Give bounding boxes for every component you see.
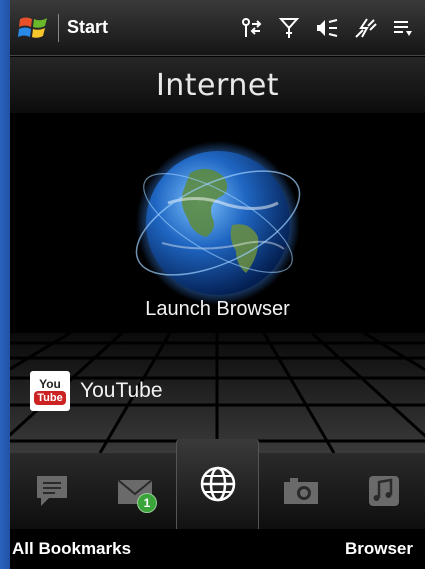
title-band: Internet bbox=[10, 57, 425, 113]
launch-browser-label[interactable]: Launch Browser bbox=[10, 298, 425, 321]
phone-screen: Start Internet Launch Browser You Tube Y… bbox=[10, 0, 425, 569]
tab-camera[interactable] bbox=[259, 453, 342, 529]
youtube-icon-bottom: Tube bbox=[34, 390, 66, 405]
tab-internet[interactable] bbox=[176, 439, 259, 529]
youtube-icon: You Tube bbox=[30, 371, 70, 411]
page-title: Internet bbox=[155, 67, 280, 103]
status-icons bbox=[239, 16, 415, 40]
music-icon bbox=[368, 476, 399, 506]
softkey-bar: All Bookmarks Browser bbox=[10, 529, 425, 569]
globe-icon bbox=[200, 466, 235, 502]
content-area: Launch Browser You Tube YouTube bbox=[10, 113, 425, 453]
globe-icon[interactable] bbox=[128, 133, 308, 313]
tab-messaging[interactable] bbox=[10, 453, 93, 529]
start-label[interactable]: Start bbox=[67, 17, 108, 38]
softkey-all-bookmarks[interactable]: All Bookmarks bbox=[12, 539, 131, 559]
separator bbox=[58, 13, 59, 42]
tab-music[interactable] bbox=[342, 453, 425, 529]
youtube-label: YouTube bbox=[80, 379, 163, 402]
message-icon bbox=[36, 476, 67, 506]
connectivity-icon[interactable] bbox=[239, 16, 263, 40]
youtube-shortcut[interactable]: You Tube YouTube bbox=[30, 371, 163, 411]
tab-mail[interactable]: 1 bbox=[93, 453, 176, 529]
status-bar: Start bbox=[10, 0, 425, 56]
youtube-icon-top: You bbox=[39, 376, 61, 391]
windows-logo-icon[interactable] bbox=[14, 11, 54, 45]
camera-icon bbox=[283, 478, 318, 504]
menu-icon[interactable] bbox=[391, 16, 415, 40]
volume-icon[interactable] bbox=[315, 16, 339, 40]
mail-badge: 1 bbox=[137, 493, 157, 513]
softkey-browser[interactable]: Browser bbox=[345, 539, 413, 559]
signal-icon[interactable] bbox=[277, 16, 301, 40]
battery-charging-icon[interactable] bbox=[353, 16, 377, 40]
tab-bar: 1 bbox=[10, 439, 425, 529]
